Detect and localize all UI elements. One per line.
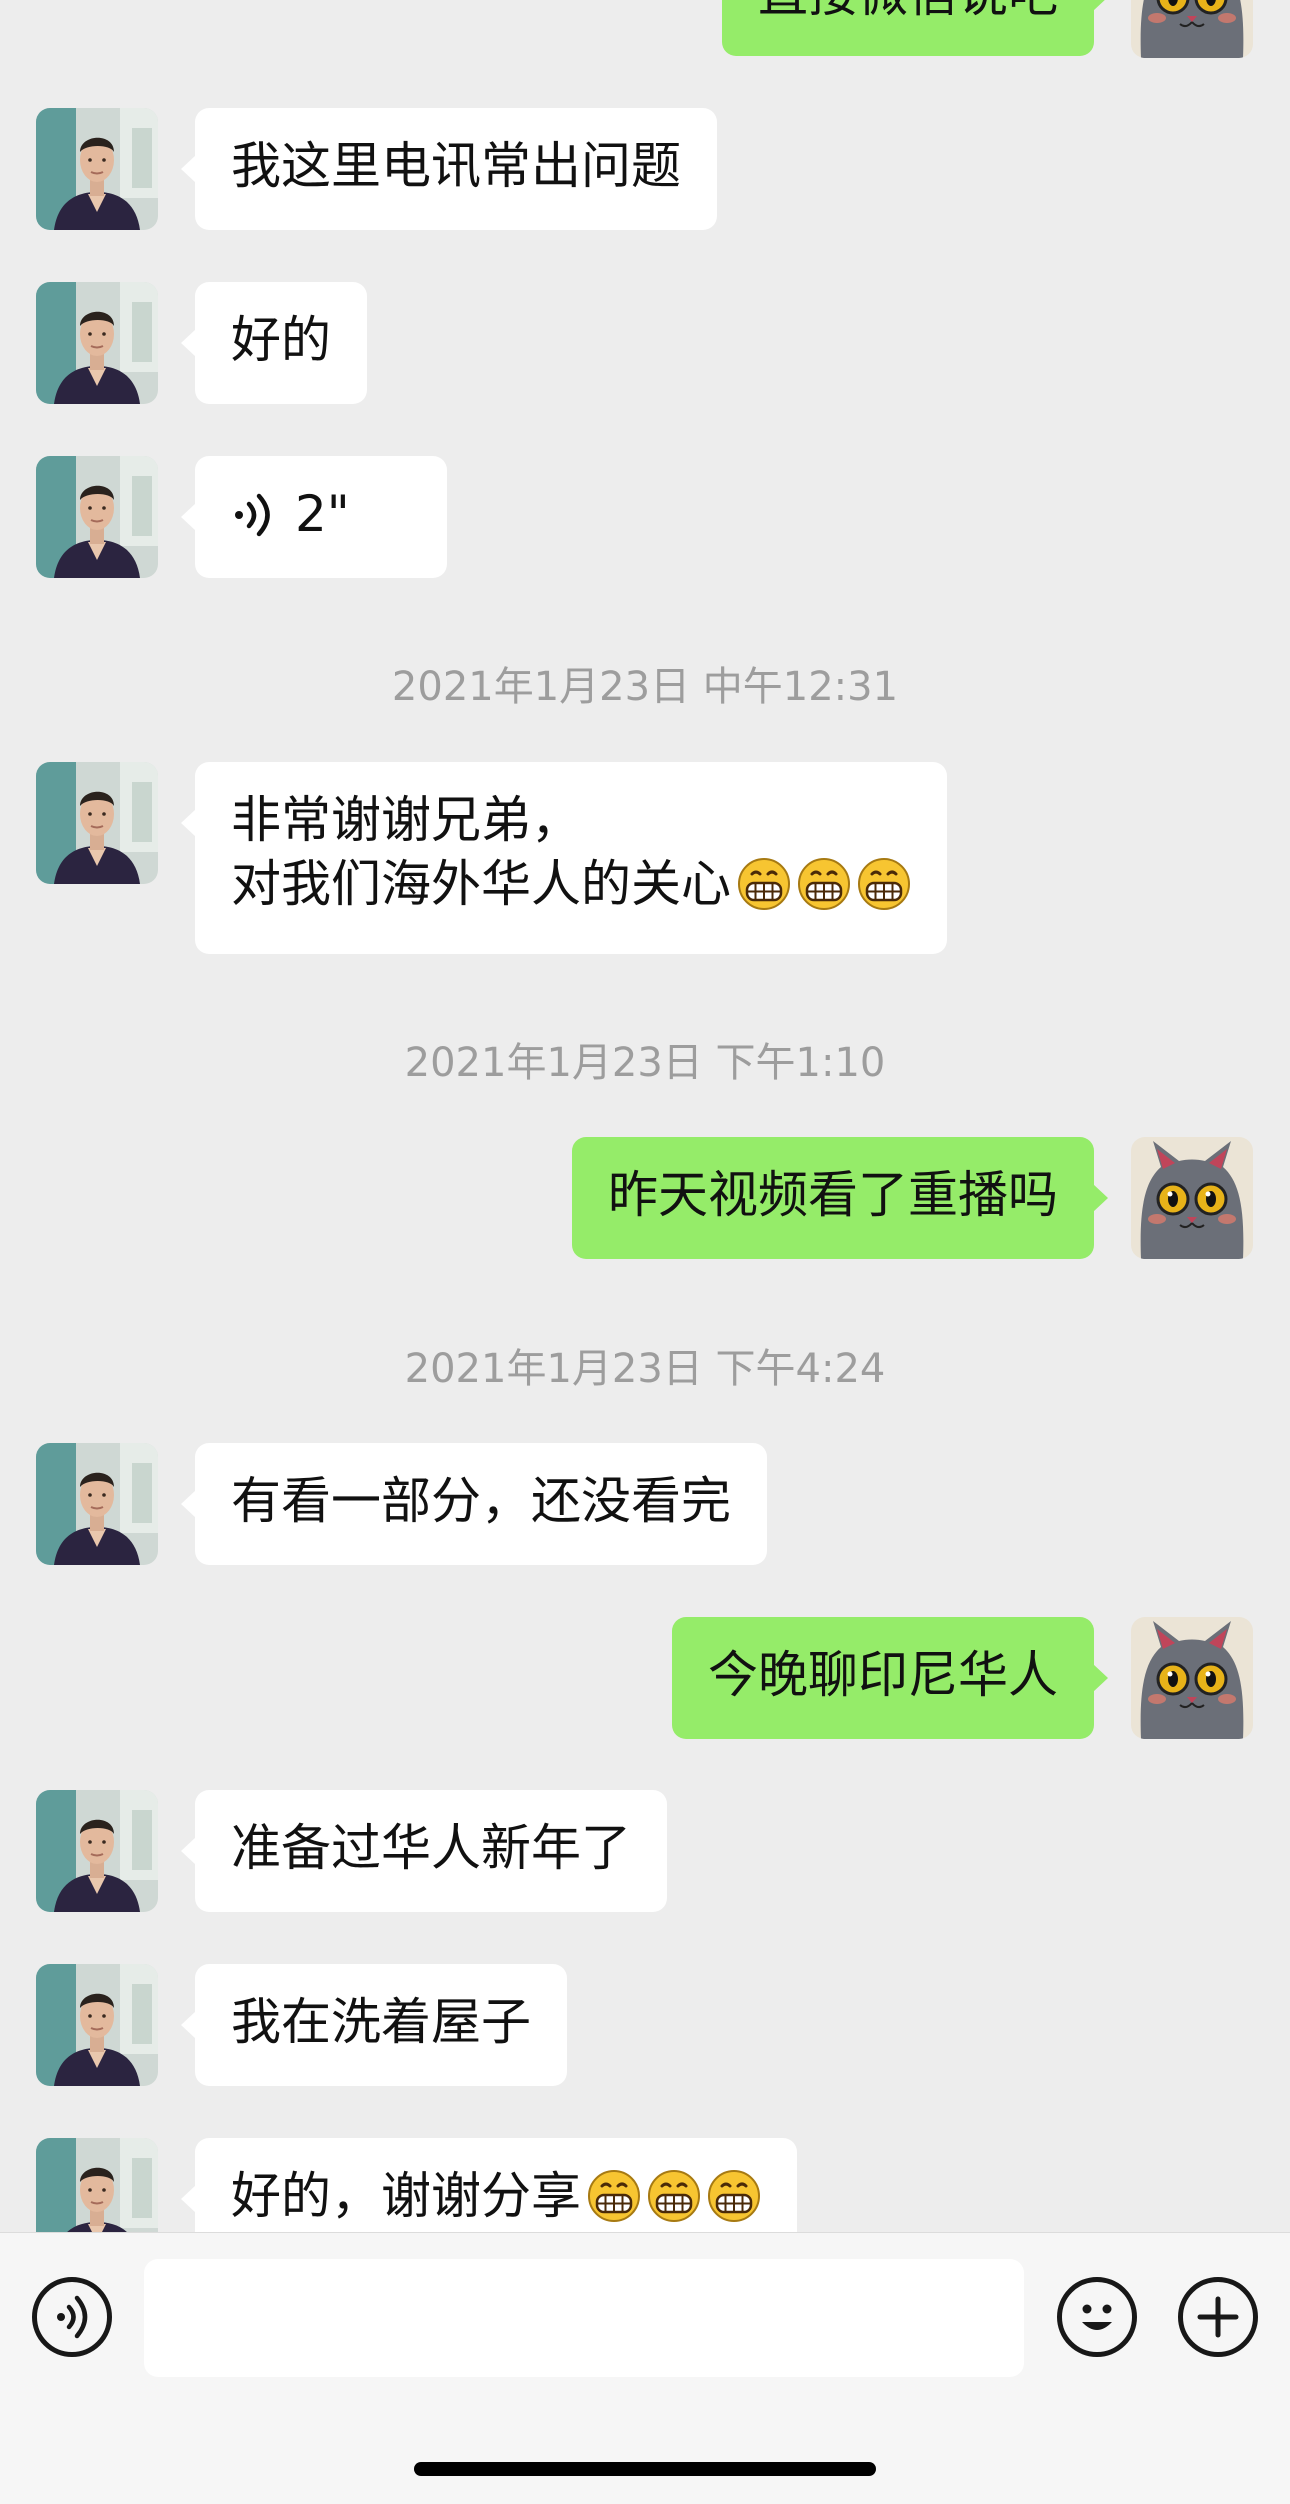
voice-duration: 2" bbox=[295, 485, 350, 543]
home-indicator[interactable] bbox=[414, 2462, 876, 2476]
message-text: 有看一部分，还没看完 bbox=[231, 1472, 731, 1530]
message-text: 我在洗着屋子 bbox=[231, 1993, 531, 2051]
incoming-message-bubble[interactable]: 我这里电讯常出问题 bbox=[181, 108, 717, 230]
grinning-emoji bbox=[857, 857, 911, 911]
voice-wave-icon bbox=[235, 493, 270, 537]
outgoing-message-bubble[interactable]: 今晚聊印尼华人 bbox=[672, 1617, 1108, 1739]
message-text-line: 对我们海外华人的关心 bbox=[231, 855, 731, 913]
incoming-message-bubble[interactable]: 好的 bbox=[181, 282, 367, 404]
chat-timestamp: 2021年1月23日 中午12:31 bbox=[391, 664, 899, 710]
emoji-smile-icon bbox=[1082, 2304, 1112, 2330]
grinning-emoji bbox=[647, 2169, 701, 2223]
emoji-button[interactable] bbox=[1057, 2277, 1137, 2357]
incoming-message-bubble[interactable]: 有看一部分，还没看完 bbox=[181, 1443, 767, 1565]
message-text-line: 非常谢谢兄弟， bbox=[231, 791, 581, 849]
grinning-emoji bbox=[587, 2169, 641, 2223]
incoming-message-bubble[interactable]: 准备过华人新年了 bbox=[181, 1790, 667, 1912]
contact-avatar[interactable] bbox=[36, 1964, 158, 2086]
more-actions-button[interactable] bbox=[1178, 2277, 1258, 2357]
plus-icon bbox=[1197, 2296, 1239, 2338]
contact-avatar[interactable] bbox=[36, 2138, 158, 2232]
grinning-emoji bbox=[707, 2169, 761, 2223]
my-avatar[interactable] bbox=[1131, 0, 1253, 58]
incoming-message-bubble[interactable]: 我在洗着屋子 bbox=[181, 1964, 567, 2086]
contact-avatar[interactable] bbox=[36, 282, 158, 404]
contact-avatar[interactable] bbox=[36, 1790, 158, 1912]
contact-avatar[interactable] bbox=[36, 456, 158, 578]
message-text: 好的 bbox=[231, 311, 331, 369]
voice-toggle-icon bbox=[57, 2295, 88, 2339]
grinning-emoji bbox=[737, 857, 791, 911]
voice-message-bubble[interactable]: 2" bbox=[181, 456, 447, 578]
message-text: 准备过华人新年了 bbox=[231, 1819, 631, 1877]
outgoing-message-bubble[interactable]: 直接微信说吧 bbox=[722, 0, 1108, 56]
outgoing-message-bubble[interactable]: 昨天视频看了重播吗 bbox=[572, 1137, 1108, 1259]
grinning-emoji bbox=[797, 857, 851, 911]
voice-toggle-button[interactable] bbox=[32, 2277, 112, 2357]
contact-avatar[interactable] bbox=[36, 762, 158, 884]
incoming-message-bubble[interactable]: 非常谢谢兄弟， 对我们海外华人的关心 bbox=[181, 762, 947, 954]
my-avatar[interactable] bbox=[1131, 1137, 1253, 1259]
message-text: 直接微信说吧 bbox=[758, 0, 1058, 26]
message-text: 今晚聊印尼华人 bbox=[708, 1646, 1058, 1704]
my-avatar[interactable] bbox=[1131, 1617, 1253, 1739]
incoming-message-bubble[interactable]: 好的，谢谢分享 bbox=[181, 2138, 797, 2232]
message-text: 昨天视频看了重播吗 bbox=[608, 1166, 1058, 1224]
chat-history[interactable]: 直接微信说吧 我这里电讯常出问题 好的 2" 2021年1月23日 中午12:3… bbox=[0, 0, 1290, 2232]
message-text-input[interactable] bbox=[144, 2259, 1024, 2377]
contact-avatar[interactable] bbox=[36, 1443, 158, 1565]
contact-avatar[interactable] bbox=[36, 108, 158, 230]
message-text: 我这里电讯常出问题 bbox=[231, 137, 681, 195]
chat-timestamp: 2021年1月23日 下午1:10 bbox=[404, 1040, 886, 1086]
message-text: 好的，谢谢分享 bbox=[231, 2167, 581, 2225]
chat-timestamp: 2021年1月23日 下午4:24 bbox=[404, 1346, 886, 1392]
